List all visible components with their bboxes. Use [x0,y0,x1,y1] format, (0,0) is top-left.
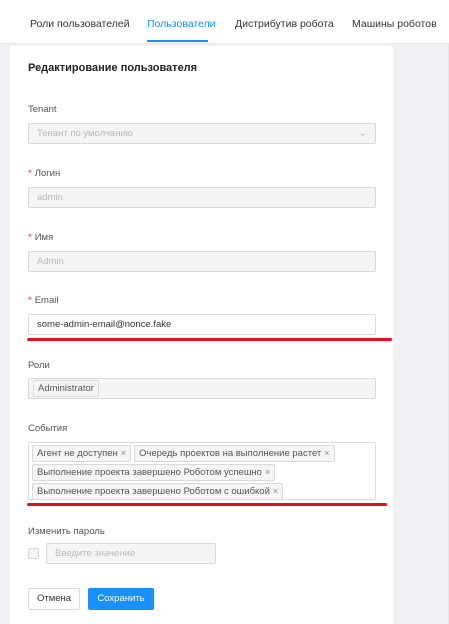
roles-label: Роли [28,360,50,371]
tab-robot-distribution[interactable]: Дистрибутив робота [235,18,334,30]
close-icon[interactable]: × [273,486,278,496]
required-marker: * [28,232,32,243]
required-marker: * [28,295,32,306]
form-title: Редактирование пользователя [28,62,198,74]
tab-bar: Роли пользователей Пользователи Дистрибу… [0,0,449,44]
role-tag: Administrator [33,380,99,397]
tenant-label: Tenant [28,104,57,115]
login-field[interactable]: admin [28,187,376,208]
annotation-underline [27,338,392,341]
email-field[interactable]: some-admin-email@nonce.fake [28,314,376,335]
close-icon[interactable]: × [324,448,329,458]
name-label: * Имя [28,232,54,243]
name-field[interactable]: Admin [28,251,376,272]
edit-user-form: Редактирование пользователя Tenant Тенан… [10,46,393,624]
tenant-value: Тенант по умолчанию [37,128,133,139]
change-password-label: Изменить пароль [28,526,105,537]
password-input[interactable]: Введите значение [46,543,216,564]
event-tag: Выполнение проекта завершено Роботом с о… [32,483,284,500]
email-label: * Email [28,295,59,306]
close-icon[interactable]: × [265,467,270,477]
events-label: События [28,423,68,434]
tenant-select[interactable]: Тенант по умолчанию ⌄ [28,123,376,144]
save-button[interactable]: Сохранить [88,588,154,610]
event-tag: Очередь проектов на выполнение растет × [134,445,335,462]
change-password-checkbox[interactable] [28,548,39,559]
required-marker: * [28,168,32,179]
tab-users[interactable]: Пользователи [147,18,216,30]
event-tag: Выполнение проекта завершено Роботом усп… [32,464,276,481]
active-tab-indicator [147,40,208,42]
close-icon[interactable]: × [121,448,126,458]
annotation-underline [27,503,387,506]
chevron-down-icon: ⌄ [358,128,367,139]
tab-user-roles[interactable]: Роли пользователей [30,18,130,30]
login-label: * Логин [28,168,61,179]
tab-robot-machines[interactable]: Машины роботов [352,18,437,30]
cancel-button[interactable]: Отмена [28,588,80,610]
event-tag: Агент не доступен × [32,445,132,462]
